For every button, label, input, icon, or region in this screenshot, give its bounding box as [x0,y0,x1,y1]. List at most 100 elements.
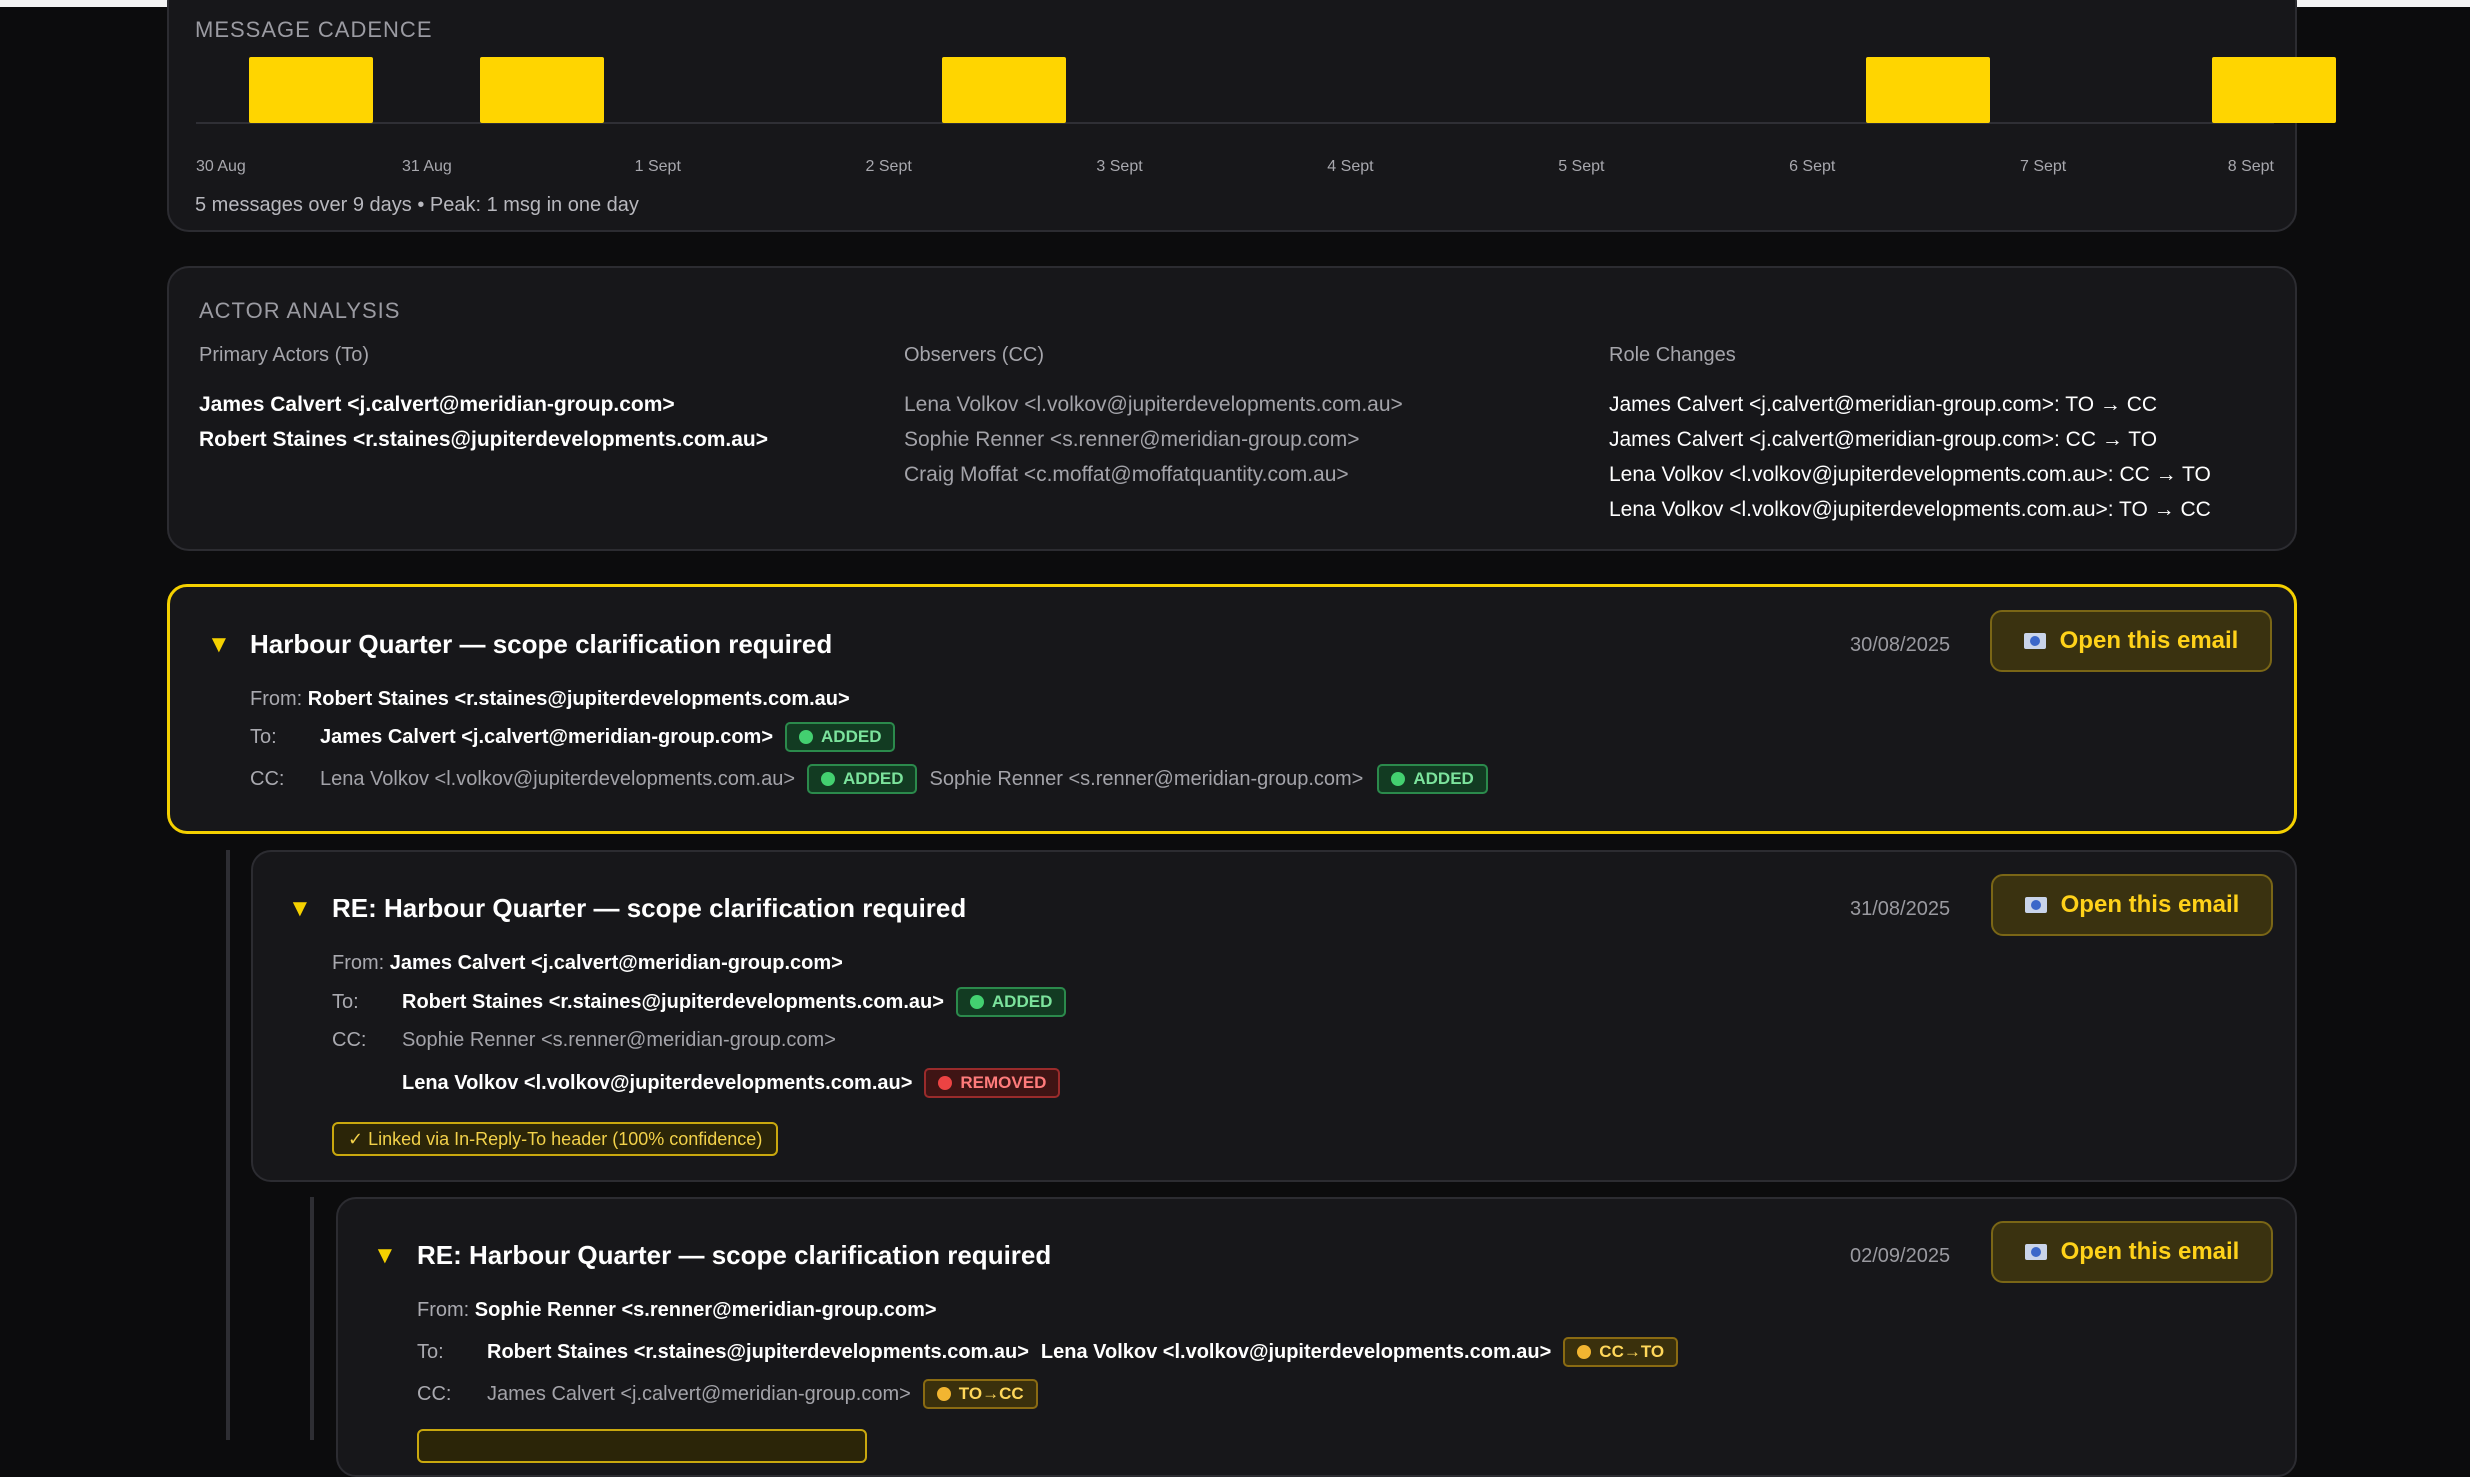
cc-row: CC: Lena Volkov <l.volkov@jupiterdevelop… [250,764,1488,794]
status-dot-icon [938,1076,953,1090]
cc-label: CC: [332,1029,367,1051]
thread-line [310,1197,314,1440]
open-email-button[interactable]: Open this email [1991,874,2273,936]
cc-recipient: Sophie Renner <s.renner@meridian-group.c… [929,767,1364,790]
link-confidence-note: ✓ Linked via In-Reply-To header (100% co… [332,1122,779,1156]
cadence-tick-label: 30 Aug [196,158,246,175]
status-badge: REMOVED [924,1068,1061,1098]
observers-column: Observers (CC) Lena Volkov <l.volkov@jup… [904,344,1403,492]
open-email-button[interactable]: Open this email [1990,610,2272,672]
mail-icon [2023,633,2046,649]
to-row: To: Robert Staines <r.staines@jupiterdev… [417,1337,1679,1367]
open-email-label: Open this email [2060,891,2240,918]
collapse-caret-icon[interactable]: ▼ [288,895,312,923]
collapse-caret-icon[interactable]: ▼ [373,1242,397,1270]
cc-label: CC: [417,1382,452,1405]
cadence-tick-label: 3 Sept [1096,158,1143,175]
cadence-bar [249,57,374,123]
status-dot-icon [821,772,836,786]
email-subject: Harbour Quarter — scope clarification re… [250,629,833,659]
thread-line [226,850,230,1440]
email-card[interactable]: ▼ RE: Harbour Quarter — scope clarificat… [251,850,2297,1182]
actor-analysis-title: ACTOR ANALYSIS [199,298,401,323]
cadence-tick-label: 31 Aug [401,158,452,175]
cadence-tick-label: 7 Sept [2019,158,2067,175]
recipient: James Calvert <j.calvert@meridian-group.… [320,725,774,748]
from-row: From: Sophie Renner <s.renner@meridian-g… [417,1299,937,1322]
cadence-bar [2212,57,2336,123]
open-email-button[interactable]: Open this email [1991,1221,2273,1283]
open-email-label: Open this email [2060,1238,2240,1265]
role-changes-column: Role Changes James Calvert <j.calvert@me… [1609,344,2211,527]
to-label: To: [417,1340,444,1363]
cc-row: CC: James Calvert <j.calvert@meridian-gr… [417,1379,1038,1409]
mail-icon [2024,1244,2047,1260]
to-label: To: [250,725,277,748]
primary-actors-heading: Primary Actors (To) [199,344,370,366]
to-row: To: Robert Staines <r.staines@jupiterdev… [332,987,1067,1017]
to-row: To: James Calvert <j.calvert@meridian-gr… [250,722,896,752]
sender: Robert Staines <r.staines@jupiterdevelop… [307,688,850,710]
recipient: Robert Staines <r.staines@jupiterdevelop… [402,990,944,1013]
cadence-summary: 5 messages over 9 days • Peak: 1 msg in … [195,194,639,216]
email-date: 02/09/2025 [1850,1245,1951,1267]
observer: Lena Volkov <l.volkov@jupiterdevelopment… [904,393,1403,416]
from-row: From: James Calvert <j.calvert@meridian-… [332,952,843,975]
status-badge: CC→TO [1563,1337,1679,1367]
email-subject: RE: Harbour Quarter — scope clarificatio… [332,893,967,923]
to-label: To: [332,990,359,1013]
observer: Sophie Renner <s.renner@meridian-group.c… [904,428,1360,451]
cadence-tick-label: 1 Sept [634,158,681,175]
cc-label: CC: [250,767,285,790]
cadence-tick-label: 8 Sept [2227,158,2274,175]
cadence-bar [1865,57,1990,123]
cadence-tick-label: 5 Sept [1558,158,1605,175]
cc-recipient: Lena Volkov <l.volkov@jupiterdevelopment… [320,767,796,790]
cc-row: CC: Sophie Renner <s.renner@meridian-gro… [332,1029,836,1052]
email-date: 30/08/2025 [1850,634,1951,656]
actor-analysis-panel: ACTOR ANALYSIS Primary Actors (To) James… [167,266,2297,551]
observers-heading: Observers (CC) [904,344,1045,366]
primary-actor: James Calvert <j.calvert@meridian-group.… [199,393,675,416]
from-label: From: [332,952,385,974]
status-dot-icon [799,730,814,744]
cadence-tick-label: 6 Sept [1789,158,1836,175]
cc-row-continued: Lena Volkov <l.volkov@jupiterdevelopment… [402,1068,1061,1098]
from-label: From: [250,688,303,710]
message-cadence-panel: MESSAGE CADENCE 30 Aug 31 Aug 1 Sept 2 Sept… [167,0,2336,232]
email-subject: RE: Harbour Quarter — scope clarificatio… [417,1240,1052,1270]
cadence-tick-label: 2 Sept [865,158,912,175]
cc-recipient: James Calvert <j.calvert@meridian-group.… [487,1382,911,1405]
link-confidence-note [417,1429,867,1463]
status-badge: ADDED [1377,764,1488,794]
sender: James Calvert <j.calvert@meridian-group.… [389,952,843,974]
collapse-caret-icon[interactable]: ▼ [207,631,231,659]
cadence-title: MESSAGE CADENCE [195,17,433,42]
recipient: Lena Volkov <l.volkov@jupiterdevelopment… [1040,1340,1552,1363]
email-card[interactable]: ▼ RE: Harbour Quarter — scope clarificat… [336,1197,2297,1477]
role-change: Lena Volkov <l.volkov@jupiterdevelopment… [1609,463,2211,486]
from-label: From: [417,1299,470,1321]
cc-recipient: Lena Volkov <l.volkov@jupiterdevelopment… [402,1071,913,1094]
status-badge: ADDED [955,987,1067,1017]
role-change: Lena Volkov <l.volkov@jupiterdevelopment… [1609,498,2211,521]
status-badge: TO→CC [922,1379,1038,1409]
status-badge: ADDED [785,722,896,752]
open-email-label: Open this email [2059,627,2239,654]
cadence-bar [480,57,605,123]
primary-actors-column: Primary Actors (To) James Calvert <j.cal… [199,344,768,457]
status-dot-icon [969,995,984,1009]
from-row: From: Robert Staines <r.staines@jupiterd… [250,688,850,711]
role-change: James Calvert <j.calvert@meridian-group.… [1609,393,2158,416]
email-date: 31/08/2025 [1850,898,1951,920]
primary-actor: Robert Staines <r.staines@jupiterdevelop… [199,428,768,451]
status-dot-icon [1577,1345,1592,1359]
status-badge: ADDED [807,764,918,794]
cadence-bar [942,57,1067,123]
role-changes-heading: Role Changes [1609,344,1736,366]
status-dot-icon [1391,772,1406,786]
cc-recipient: Sophie Renner <s.renner@meridian-group.c… [402,1029,836,1051]
status-dot-icon [936,1387,951,1401]
recipient: Robert Staines <r.staines@jupiterdevelop… [487,1340,1029,1363]
email-card[interactable]: ▼ Harbour Quarter — scope clarification … [167,584,2297,834]
